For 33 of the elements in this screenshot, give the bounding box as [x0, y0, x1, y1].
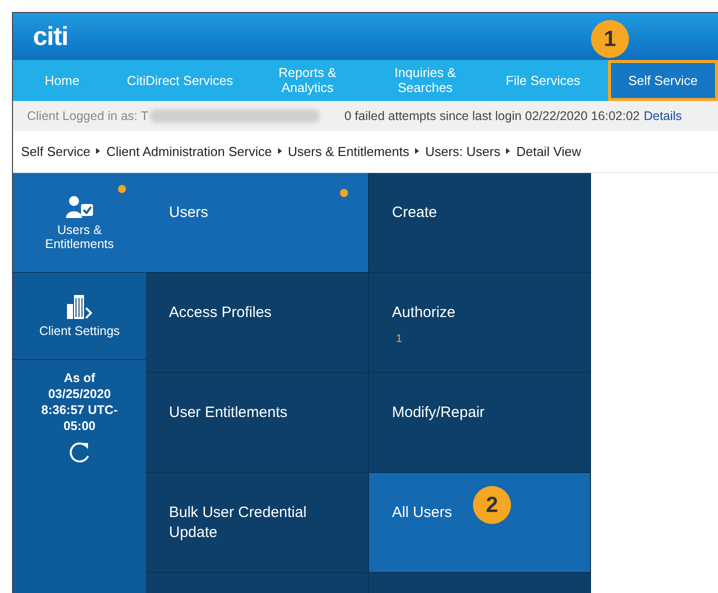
- menu-tile[interactable]: All Users 2: [369, 473, 591, 573]
- building-icon: [66, 294, 94, 320]
- details-link[interactable]: Details: [644, 106, 682, 126]
- breadcrumb-separator-icon: [278, 148, 282, 154]
- timestamp-text: 8:36:57 UTC-: [41, 402, 118, 418]
- menu-tile[interactable]: Bulk User Credential Update: [146, 473, 369, 573]
- menu-tile[interactable]: Users: [146, 173, 369, 273]
- user-check-icon: [64, 194, 94, 218]
- menu-tile[interactable]: Authorize 1: [369, 273, 591, 373]
- breadcrumb-separator-icon: [506, 148, 510, 154]
- menu-tile[interactable]: Access Profiles: [146, 273, 369, 373]
- refresh-icon[interactable]: [68, 440, 92, 464]
- breadcrumb-link[interactable]: Client Administration Service: [106, 142, 272, 162]
- menu-tile[interactable]: Create: [369, 173, 591, 273]
- citi-logo: citi: [33, 20, 68, 53]
- logged-in-label: Client Logged in as: T: [27, 108, 148, 125]
- step-number-badge: 2: [473, 486, 511, 524]
- menu-tile[interactable]: Modify/Repair: [369, 373, 591, 473]
- timestamp-text: 05:00: [64, 418, 96, 434]
- breadcrumb-link[interactable]: Detail View: [516, 142, 582, 162]
- sidebar-item[interactable]: Users & Entitlements: [13, 173, 146, 273]
- breadcrumb-link[interactable]: Users & Entitlements: [288, 142, 410, 162]
- pending-count: 1: [396, 332, 402, 347]
- timestamp-text: 03/25/2020: [48, 386, 111, 402]
- menu-tile[interactable]: User Entitlements: [146, 373, 369, 473]
- breadcrumb-separator-icon: [96, 148, 100, 154]
- menu-tile[interactable]: [146, 573, 369, 593]
- menu-tile[interactable]: [369, 573, 591, 593]
- timestamp-text: As of: [64, 370, 96, 386]
- breadcrumb-separator-icon: [415, 148, 420, 154]
- failed-attempts-text: 0 failed attempts since last login 02/22/2020 16:02:02: [344, 108, 640, 125]
- breadcrumb-link[interactable]: Users: Users: [425, 142, 500, 162]
- breadcrumb-link[interactable]: Self Service: [21, 142, 90, 162]
